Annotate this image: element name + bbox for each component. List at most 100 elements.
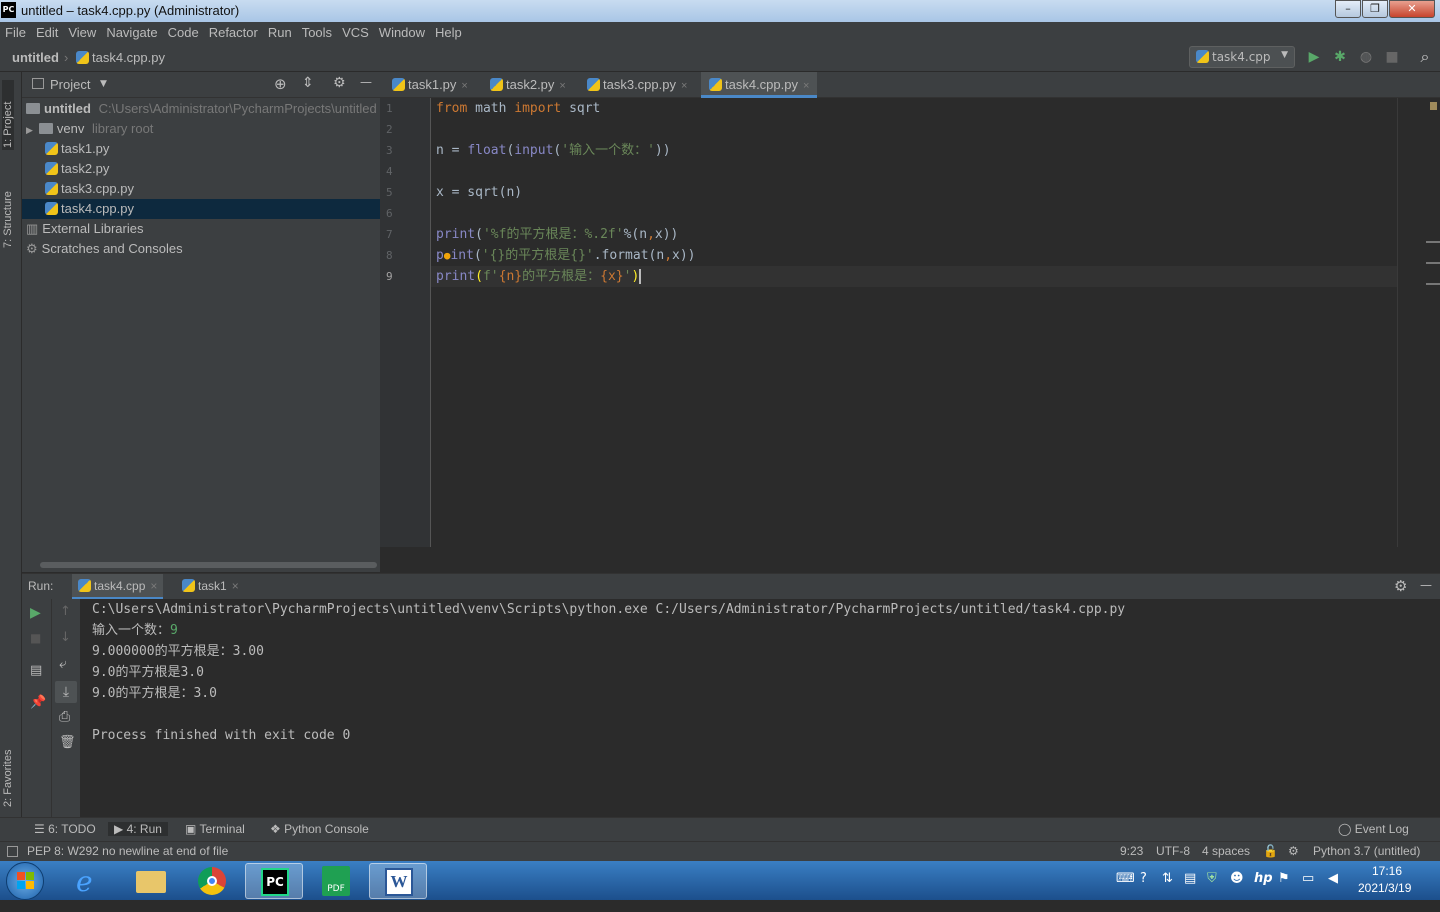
tab-task4[interactable]: task4.cpp.py × [701,72,818,98]
soft-wrap-icon[interactable]: ⤶ [59,656,67,672]
horizontal-scrollbar[interactable] [40,562,377,568]
clock-date[interactable]: 2021/3/19 [1358,881,1411,895]
close-tab-icon[interactable]: × [150,579,157,593]
trash-icon[interactable]: 🗑 [59,735,76,750]
word-taskbar-button[interactable]: W [369,863,427,899]
structure-tool-tab[interactable]: 7: Structure [2,168,14,248]
menu-help[interactable]: Help [430,22,467,44]
hide-panel-icon[interactable]: — [1420,578,1432,592]
flag-icon[interactable]: ⚑ [1278,871,1290,886]
internet-explorer-button[interactable]: e [62,863,120,899]
tree-item-venv[interactable]: ▶ venv library root [22,119,380,139]
keyboard-icon[interactable]: ⌨ [1116,871,1135,886]
stop-icon[interactable]: ■ [30,631,41,645]
menu-vcs[interactable]: VCS [337,22,374,44]
menu-tools[interactable]: Tools [297,22,337,44]
close-tab-icon[interactable]: × [461,80,467,92]
menu-code[interactable]: Code [163,22,204,44]
menu-navigate[interactable]: Navigate [101,22,162,44]
run-tab-task4[interactable]: task4.cpp × [72,574,164,600]
minimize-button[interactable]: – [1335,0,1361,18]
warning-marker[interactable] [1426,241,1440,243]
inspection-status-icon[interactable] [1430,102,1437,110]
warning-marker[interactable] [1426,262,1440,264]
terminal-tab[interactable]: ▣ Terminal [185,822,245,836]
network-icon[interactable]: ▭ [1302,871,1314,886]
breadcrumb-file[interactable]: task4.cpp.py [76,50,165,65]
security-shield-icon[interactable]: ⛨ [1207,871,1217,886]
locate-icon[interactable]: ⊕ [274,75,287,93]
pycharm-taskbar-button[interactable]: PC [245,863,303,899]
close-tab-icon[interactable]: × [803,80,809,92]
python-console-tab[interactable]: ❖ Python Console [270,822,369,836]
search-icon[interactable]: ⌕ [1417,49,1433,65]
run-configuration-select[interactable]: task4.cpp ▼ [1189,46,1295,68]
debug-icon[interactable]: ✱ [1332,49,1348,65]
warning-marker[interactable] [1426,283,1440,285]
tree-item-task4[interactable]: task4.cpp.py [22,199,380,219]
gear-icon[interactable]: ⚙ [1394,577,1407,595]
todo-tab[interactable]: ☰ 6: TODO [34,822,96,836]
code-editor[interactable]: from math import sqrt n = float(input('输… [431,98,1397,547]
indent-setting[interactable]: 4 spaces [1202,844,1250,858]
close-tab-icon[interactable]: × [232,579,239,593]
help-icon[interactable]: ? [1140,871,1147,886]
rerun-icon[interactable]: ▶ [30,605,41,621]
run-icon[interactable]: ▶ [1306,49,1322,65]
pdf-reader-button[interactable]: PDF [307,863,365,899]
close-button[interactable]: ✕ [1389,0,1435,18]
project-panel-title[interactable]: Project [50,77,90,92]
gear-icon[interactable]: ⚙ [333,75,346,91]
menu-file[interactable]: File [0,22,31,44]
status-message[interactable]: PEP 8: W292 no newline at end of file [27,844,228,858]
toggle-tool-windows-icon[interactable] [7,846,18,857]
lock-icon[interactable]: 🔓 [1263,844,1278,858]
collapse-all-icon[interactable]: ⇕ [302,75,314,91]
file-explorer-button[interactable] [122,863,180,899]
python-interpreter[interactable]: Python 3.7 (untitled) [1313,844,1420,858]
hp-icon[interactable]: hp [1254,871,1273,886]
favorites-tool-tab[interactable]: 2: Favorites [2,727,14,807]
clock-time[interactable]: 17:16 [1372,864,1402,878]
stop-icon[interactable]: ■ [1384,49,1400,65]
menu-edit[interactable]: Edit [31,22,63,44]
tab-task3[interactable]: task3.cpp.py × [579,72,695,98]
scroll-to-end-icon[interactable]: ⤓ [55,681,77,703]
chevron-down-icon[interactable]: ▼ [100,79,107,89]
tab-task2[interactable]: task2.py × [482,72,574,98]
maximize-button[interactable]: ❐ [1362,0,1388,18]
menu-run[interactable]: Run [263,22,297,44]
tree-item-scratches[interactable]: ⚙ Scratches and Consoles [22,239,380,259]
tree-item-untitled[interactable]: untitled C:\Users\Administrator\PycharmP… [22,99,380,119]
run-console[interactable]: C:\Users\Administrator\PycharmProjects\u… [80,599,1440,817]
coverage-icon[interactable]: ◍ [1358,49,1374,65]
run-tab[interactable]: ▶ 4: Run [108,822,168,836]
start-button[interactable] [6,862,44,900]
file-encoding[interactable]: UTF-8 [1156,844,1190,858]
menu-refactor[interactable]: Refactor [204,22,263,44]
user-icon[interactable]: ☻ [1230,871,1244,886]
project-tool-tab[interactable]: 1: Project [2,80,14,150]
tree-item-task3[interactable]: task3.cpp.py [22,179,380,199]
run-tab-task1[interactable]: task1 × [182,579,239,593]
print-icon[interactable]: ⎙ [59,709,70,725]
arrow-up-icon[interactable]: ↑ [60,604,71,619]
hide-panel-icon[interactable]: — [360,75,372,89]
tree-item-external-libraries[interactable]: ▥ External Libraries [22,219,380,239]
menu-window[interactable]: Window [374,22,430,44]
tree-item-task2[interactable]: task2.py [22,159,380,179]
chrome-button[interactable] [183,863,241,899]
event-log-tab[interactable]: ◯ Event Log [1338,822,1409,836]
caret-position[interactable]: 9:23 [1120,844,1143,858]
breadcrumb-project[interactable]: untitled [12,50,59,65]
pin-icon[interactable]: 📌 [30,695,46,710]
layout-icon[interactable]: ▤ [30,663,42,678]
volume-icon[interactable]: ◀ [1328,871,1338,886]
tray-expand-icon[interactable]: ⇅ [1162,871,1173,886]
tree-item-task1[interactable]: task1.py [22,139,380,159]
network-adapter-icon[interactable]: ▤ [1184,871,1196,886]
arrow-down-icon[interactable]: ↓ [60,630,71,645]
tab-task1[interactable]: task1.py × [384,72,476,98]
close-tab-icon[interactable]: × [681,80,687,92]
menu-view[interactable]: View [63,22,101,44]
